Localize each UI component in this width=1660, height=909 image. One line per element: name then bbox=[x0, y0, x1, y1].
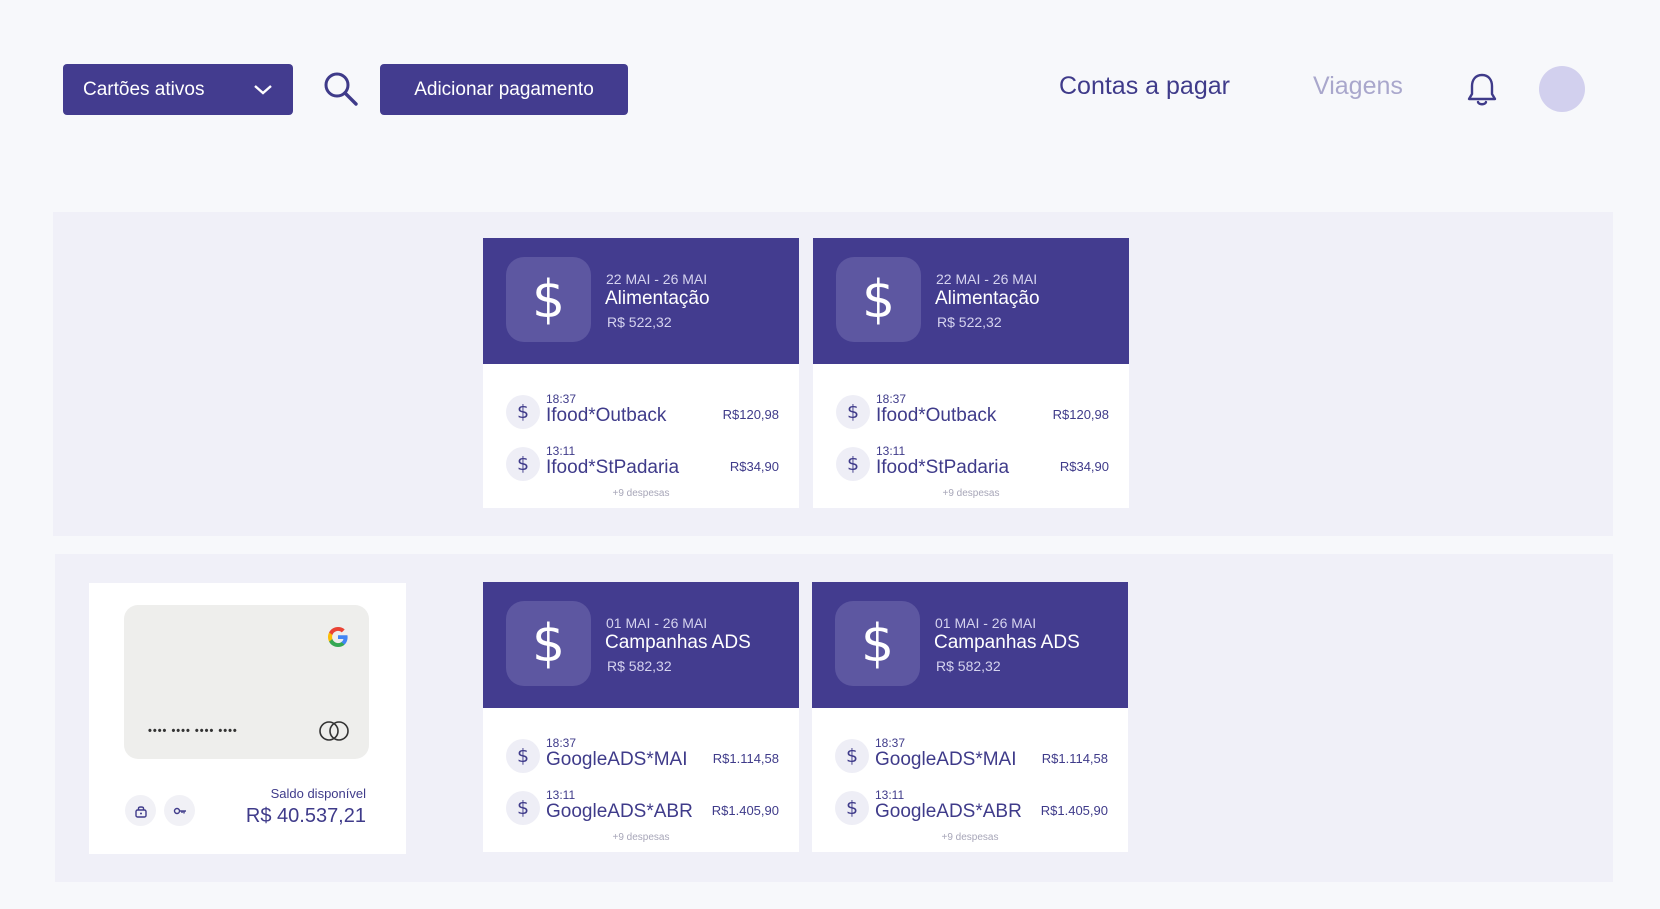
expense-group-2: •••• •••• •••• •••• Saldo disponível R$ … bbox=[55, 554, 1613, 882]
expense-value: R$120,98 bbox=[1052, 407, 1109, 422]
credit-card[interactable]: •••• •••• •••• •••• bbox=[124, 605, 369, 759]
saldo-value: R$ 40.537,21 bbox=[245, 805, 366, 827]
expense-time: 13:11 bbox=[875, 788, 905, 802]
expense-row[interactable]: $ 13:11 GoogleADS*ABR R$1.405,90 bbox=[506, 788, 779, 830]
dollar-icon: $ bbox=[836, 257, 921, 342]
card-category: Alimentação bbox=[605, 288, 710, 309]
card-amount: R$ 582,32 bbox=[607, 658, 672, 674]
dollar-icon: $ bbox=[835, 601, 920, 686]
expense-merchant: Ifood*StPadaria bbox=[546, 457, 680, 478]
expense-time: 13:11 bbox=[546, 788, 576, 802]
expense-time: 18:37 bbox=[546, 736, 577, 750]
dollar-icon: $ bbox=[506, 791, 540, 825]
nav-contas-a-pagar[interactable]: Contas a pagar bbox=[1059, 72, 1230, 101]
dollar-icon: $ bbox=[835, 739, 869, 773]
card-header: $ 01 MAI - 26 MAI Campanhas ADS R$ 582,3… bbox=[812, 582, 1128, 708]
card-date-range: 01 MAI - 26 MAI bbox=[935, 615, 1037, 631]
card-amount: R$ 522,32 bbox=[607, 314, 672, 330]
expense-row[interactable]: $ 13:11 GoogleADS*ABR R$1.405,90 bbox=[835, 788, 1108, 830]
expense-card[interactable]: $ 22 MAI - 26 MAI Alimentação R$ 522,32 … bbox=[483, 238, 799, 508]
cards-filter-select[interactable]: Cartões ativos bbox=[63, 64, 293, 115]
expense-row[interactable]: $ 13:11 Ifood*StPadaria R$34,90 bbox=[836, 444, 1109, 486]
more-expenses-link[interactable]: +9 despesas bbox=[812, 832, 1128, 843]
expense-merchant: GoogleADS*ABR bbox=[875, 801, 1022, 822]
expense-time: 18:37 bbox=[875, 736, 906, 750]
expense-merchant: GoogleADS*MAI bbox=[546, 749, 688, 770]
avatar[interactable] bbox=[1539, 66, 1585, 112]
dollar-icon: $ bbox=[506, 447, 540, 481]
card-amount: R$ 522,32 bbox=[937, 314, 1002, 330]
expense-merchant: Ifood*Outback bbox=[546, 405, 667, 426]
top-bar: Cartões ativos Adicionar pagamento Conta… bbox=[0, 0, 1660, 130]
cards-filter-label: Cartões ativos bbox=[83, 78, 205, 100]
expense-time: 18:37 bbox=[546, 392, 577, 406]
expense-value: R$1.405,90 bbox=[711, 803, 779, 818]
expense-value: R$34,90 bbox=[1059, 459, 1109, 474]
card-password-button[interactable] bbox=[164, 795, 195, 826]
dollar-icon: $ bbox=[506, 739, 540, 773]
card-category: Campanhas ADS bbox=[934, 632, 1080, 653]
card-category: Alimentação bbox=[935, 288, 1040, 309]
card-date-range: 22 MAI - 26 MAI bbox=[936, 271, 1038, 287]
expense-card[interactable]: $ 01 MAI - 26 MAI Campanhas ADS R$ 582,3… bbox=[483, 582, 799, 852]
card-category: Campanhas ADS bbox=[605, 632, 751, 653]
dollar-icon: $ bbox=[506, 395, 540, 429]
expense-card[interactable]: $ 01 MAI - 26 MAI Campanhas ADS R$ 582,3… bbox=[812, 582, 1128, 852]
more-expenses-link[interactable]: +9 despesas bbox=[483, 832, 799, 843]
dollar-icon: $ bbox=[506, 601, 591, 686]
expense-value: R$1.405,90 bbox=[1040, 803, 1108, 818]
credit-card-panel: •••• •••• •••• •••• Saldo disponível R$ … bbox=[89, 583, 406, 854]
card-date-range: 01 MAI - 26 MAI bbox=[606, 615, 708, 631]
card-header: $ 01 MAI - 26 MAI Campanhas ADS R$ 582,3… bbox=[483, 582, 799, 708]
nav-viagens[interactable]: Viagens bbox=[1313, 72, 1403, 101]
expense-row[interactable]: $ 13:11 Ifood*StPadaria R$34,90 bbox=[506, 444, 779, 486]
mastercard-icon bbox=[319, 721, 349, 741]
expense-group-1: $ 22 MAI - 26 MAI Alimentação R$ 522,32 … bbox=[53, 212, 1613, 536]
chevron-down-icon bbox=[254, 85, 272, 95]
more-expenses-link[interactable]: +9 despesas bbox=[483, 488, 799, 499]
dollar-icon: $ bbox=[836, 395, 870, 429]
expense-row[interactable]: $ 18:37 GoogleADS*MAI R$1.114,58 bbox=[835, 736, 1108, 778]
expense-merchant: GoogleADS*MAI bbox=[875, 749, 1017, 770]
expense-merchant: GoogleADS*ABR bbox=[546, 801, 693, 822]
dollar-icon: $ bbox=[506, 257, 591, 342]
expense-value: R$1.114,58 bbox=[712, 751, 779, 766]
expense-time: 18:37 bbox=[876, 392, 907, 406]
card-header: $ 22 MAI - 26 MAI Alimentação R$ 522,32 bbox=[483, 238, 799, 364]
expense-time: 13:11 bbox=[546, 444, 576, 458]
google-logo-icon bbox=[328, 627, 348, 647]
search-icon[interactable] bbox=[322, 70, 360, 108]
expense-row[interactable]: $ 18:37 GoogleADS*MAI R$1.114,58 bbox=[506, 736, 779, 778]
expense-merchant: Ifood*Outback bbox=[876, 405, 997, 426]
card-header: $ 22 MAI - 26 MAI Alimentação R$ 522,32 bbox=[813, 238, 1129, 364]
lock-card-button[interactable] bbox=[125, 795, 156, 826]
expense-value: R$34,90 bbox=[729, 459, 779, 474]
key-icon bbox=[173, 807, 186, 814]
lock-icon bbox=[134, 805, 147, 818]
dollar-icon: $ bbox=[835, 791, 869, 825]
masked-card-number: •••• •••• •••• •••• bbox=[148, 725, 238, 737]
expense-merchant: Ifood*StPadaria bbox=[876, 457, 1010, 478]
expense-time: 13:11 bbox=[876, 444, 906, 458]
dollar-icon: $ bbox=[836, 447, 870, 481]
expense-row[interactable]: $ 18:37 Ifood*Outback R$120,98 bbox=[836, 392, 1109, 434]
card-amount: R$ 582,32 bbox=[936, 658, 1001, 674]
expense-row[interactable]: $ 18:37 Ifood*Outback R$120,98 bbox=[506, 392, 779, 434]
expense-value: R$1.114,58 bbox=[1041, 751, 1108, 766]
bell-icon[interactable] bbox=[1466, 72, 1498, 108]
expense-value: R$120,98 bbox=[722, 407, 779, 422]
add-payment-button[interactable]: Adicionar pagamento bbox=[380, 64, 628, 115]
more-expenses-link[interactable]: +9 despesas bbox=[813, 488, 1129, 499]
saldo-label: Saldo disponível bbox=[270, 786, 366, 801]
card-date-range: 22 MAI - 26 MAI bbox=[606, 271, 708, 287]
expense-card[interactable]: $ 22 MAI - 26 MAI Alimentação R$ 522,32 … bbox=[813, 238, 1129, 508]
